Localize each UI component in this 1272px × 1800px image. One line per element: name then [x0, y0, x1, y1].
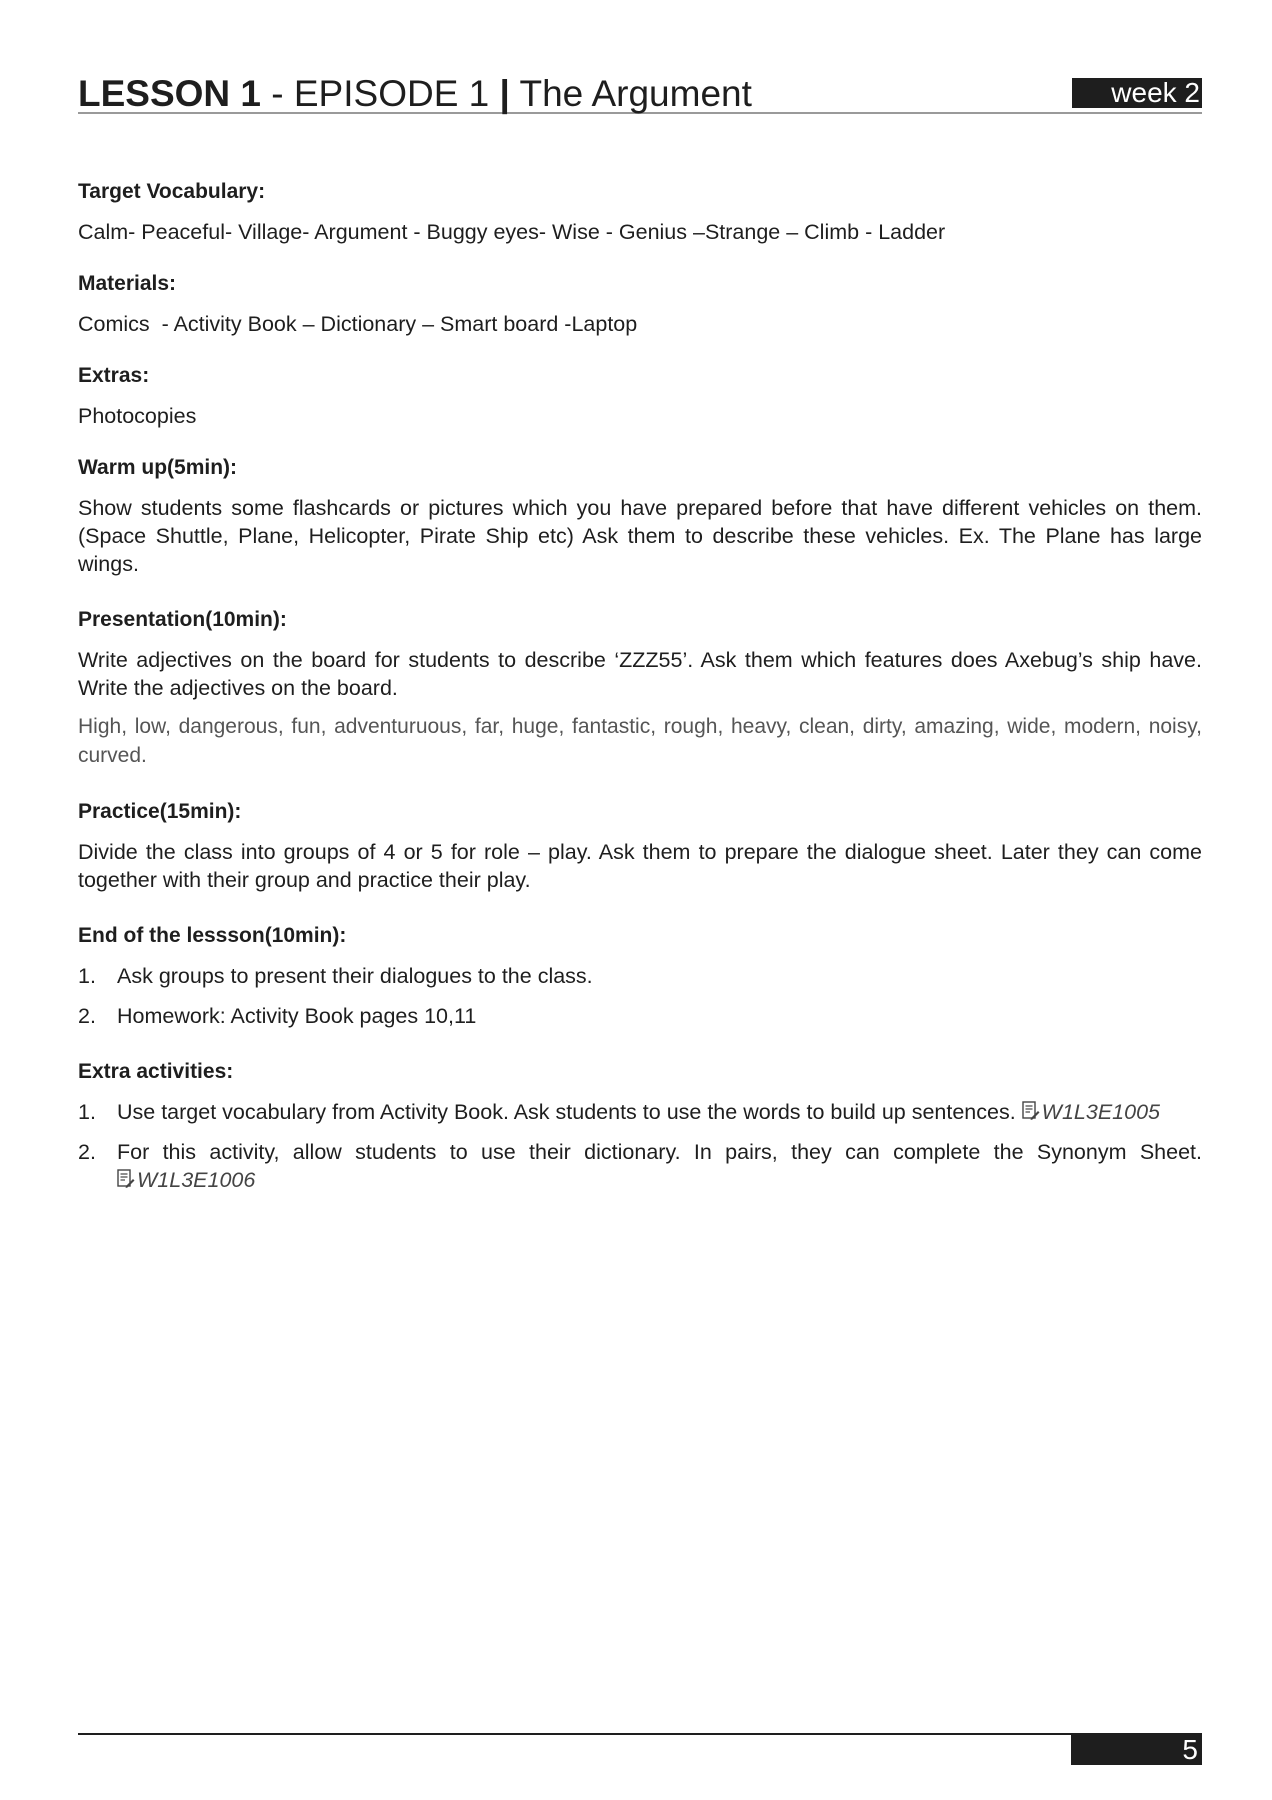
presentation-text: Write adjectives on the board for studen…: [78, 648, 1202, 700]
list-number: 2.: [78, 1140, 96, 1164]
lesson-label: LESSON 1: [78, 73, 261, 114]
section-heading: End of the lessson(10min):: [78, 924, 347, 947]
warm-up-text: Show students some flashcards or picture…: [78, 496, 1202, 576]
list-item: 1. Use target vocabulary from Activity Bo…: [78, 1098, 1202, 1126]
lesson-name: The Argument: [509, 73, 752, 114]
adjective-list: High, low, dangerous, fun, adventuruous,…: [78, 715, 1202, 767]
document-edit-icon: [1021, 1101, 1040, 1120]
section-end-of-lesson: End of the lessson(10min): 1. Ask groups …: [78, 922, 1202, 1030]
list-item-text: For this activity, allow students to use…: [117, 1140, 1202, 1164]
materials-list: Comics - Activity Book – Dictionary – Sm…: [78, 312, 638, 336]
section-practice: Practice(15min): Divide the class into g…: [78, 798, 1202, 894]
title-separator: |: [499, 73, 510, 114]
worksheet-code: W1L3E1006: [137, 1168, 256, 1192]
worksheet-reference[interactable]: W1L3E1006: [117, 1168, 255, 1192]
section-presentation: Presentation(10min): Write adjectives on…: [78, 606, 1202, 770]
page-header: LESSON 1 - EPISODE 1 | The Argument week…: [78, 70, 1202, 114]
lesson-title: LESSON 1 - EPISODE 1 | The Argument: [78, 72, 752, 116]
section-heading: Presentation(10min):: [78, 608, 287, 631]
section-target-vocabulary: Target Vocabulary: Calm- Peaceful- Villa…: [78, 178, 1202, 246]
worksheet-code: W1L3E1005: [1041, 1100, 1161, 1124]
worksheet-reference[interactable]: W1L3E1005: [1021, 1100, 1161, 1124]
section-heading: Target Vocabulary:: [78, 180, 266, 203]
list-item: 1. Ask groups to present their dialogues …: [78, 962, 1202, 990]
vocabulary-list: Calm- Peaceful- Village- Argument - Bugg…: [78, 220, 946, 244]
practice-text: Divide the class into groups of 4 or 5 f…: [78, 840, 1202, 892]
page-number: 5: [1071, 1735, 1202, 1765]
section-heading: Warm up(5min):: [78, 456, 238, 479]
week-badge: week 2: [1072, 78, 1202, 108]
document-edit-icon: [117, 1169, 135, 1188]
list-item: 2. For this activity, allow students to u…: [78, 1138, 1202, 1194]
list-number: 2.: [78, 1004, 96, 1028]
section-heading: Extra activities:: [78, 1060, 234, 1083]
end-of-lesson-list: 1. Ask groups to present their dialogues …: [78, 962, 1202, 1030]
episode-label: - EPISODE 1: [261, 73, 500, 114]
list-item: 2. Homework: Activity Book pages 10,11: [78, 1002, 1202, 1030]
extras-text: Photocopies: [78, 404, 197, 428]
section-extra-activities: Extra activities: 1. Use target vocabular…: [78, 1058, 1202, 1194]
section-extras: Extras: Photocopies: [78, 362, 1202, 430]
list-item-text: Ask groups to present their dialogues to…: [117, 964, 593, 988]
list-item-text: Homework: Activity Book pages 10,11: [117, 1004, 477, 1028]
section-heading: Extras:: [78, 364, 150, 387]
list-number: 1.: [78, 1100, 96, 1124]
section-heading: Materials:: [78, 272, 177, 295]
list-number: 1.: [78, 964, 96, 988]
extra-activities-list: 1. Use target vocabulary from Activity Bo…: [78, 1098, 1202, 1194]
list-item-text: Use target vocabulary from Activity Book…: [117, 1100, 1016, 1124]
footer-rule: [78, 1733, 1202, 1735]
section-warm-up: Warm up(5min): Show students some flashc…: [78, 454, 1202, 578]
section-heading: Practice(15min):: [78, 800, 242, 823]
lesson-plan-body: Target Vocabulary: Calm- Peaceful- Villa…: [78, 178, 1202, 1206]
section-materials: Materials: Comics - Activity Book – Dict…: [78, 270, 1202, 338]
